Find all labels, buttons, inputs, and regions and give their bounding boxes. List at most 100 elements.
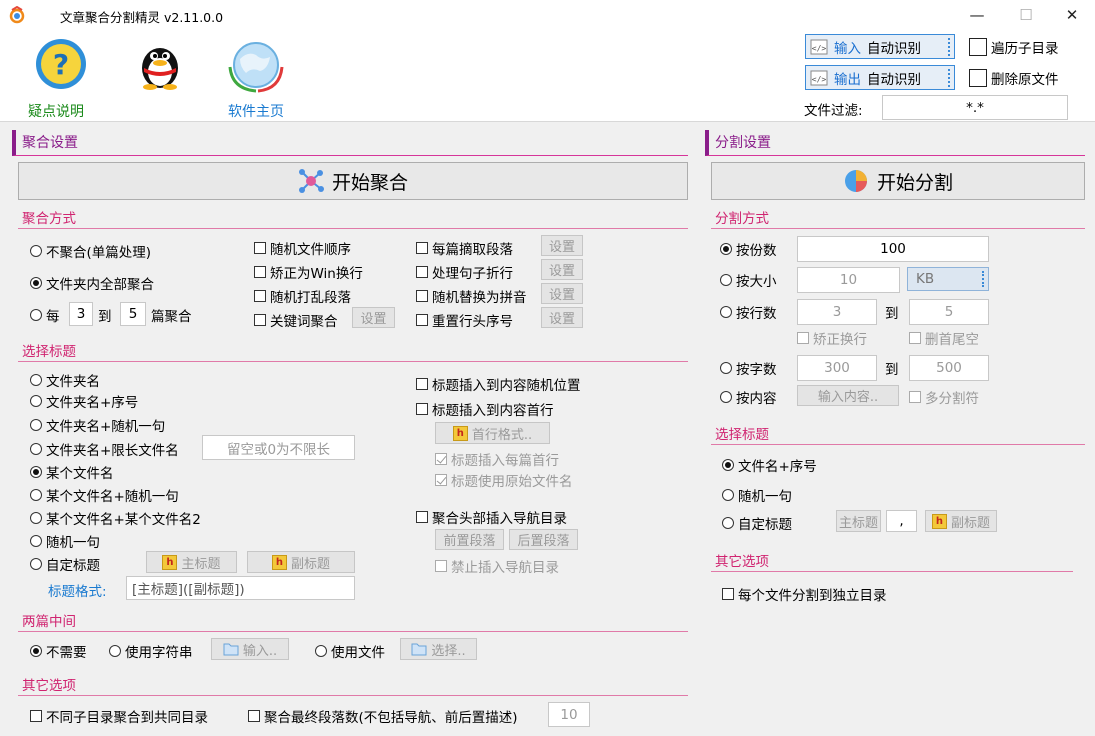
diff-dir-checkbox[interactable]: 不同子目录聚合到共同目录: [30, 706, 208, 726]
radio-by-size[interactable]: 按大小: [720, 270, 777, 290]
start-merge-button[interactable]: 开始聚合: [18, 162, 688, 200]
radio-circle[interactable]: [30, 374, 42, 386]
radio-some-file-2[interactable]: 某个文件名+某个文件名2: [30, 508, 201, 528]
radio-all-merge[interactable]: 文件夹内全部聚合: [30, 273, 154, 293]
title-format-input[interactable]: [主标题]([副标题]): [126, 576, 355, 600]
radio-circle[interactable]: [722, 489, 734, 501]
each-dir-checkbox[interactable]: 每个文件分割到独立目录: [722, 584, 887, 604]
radio-circle[interactable]: [30, 645, 42, 657]
insert-first-checkbox[interactable]: 标题插入到内容首行: [416, 399, 554, 419]
each-from-input[interactable]: 3: [69, 302, 93, 326]
radio-split-random[interactable]: 随机一句: [722, 485, 792, 505]
final-count-input[interactable]: 10: [548, 702, 590, 727]
radio-circle[interactable]: [30, 558, 42, 570]
content-input-button[interactable]: 输入内容..: [797, 385, 899, 406]
output-auto-detect-button[interactable]: </> 输出 自动识别: [805, 65, 955, 90]
radio-circle[interactable]: [30, 245, 42, 257]
checkbox-box[interactable]: [416, 314, 428, 326]
checkbox-box[interactable]: [416, 378, 428, 390]
keyword-merge-checkbox[interactable]: 关键词聚合: [254, 310, 338, 330]
checkbox-box[interactable]: [416, 511, 428, 523]
file-filter-input[interactable]: *.*: [882, 95, 1068, 120]
random-order-checkbox[interactable]: 随机文件顺序: [254, 238, 351, 258]
radio-between-none[interactable]: 不需要: [30, 641, 87, 661]
radio-by-chars[interactable]: 按字数: [720, 358, 777, 378]
radio-folder-random[interactable]: 文件夹名+随机一句: [30, 415, 165, 435]
radio-use-string[interactable]: 使用字符串: [109, 641, 193, 661]
checkbox-box[interactable]: [435, 453, 447, 465]
pre-para-button[interactable]: 前置段落: [435, 529, 504, 550]
radio-filename-seq[interactable]: 文件名+序号: [722, 455, 817, 475]
use-original-checkbox[interactable]: 标题使用原始文件名: [435, 470, 573, 490]
radio-folder-name[interactable]: 文件夹名: [30, 370, 100, 390]
lines-to-input[interactable]: 5: [909, 299, 989, 325]
sentence-wrap-checkbox[interactable]: 处理句子折行: [416, 262, 513, 282]
radio-circle[interactable]: [30, 419, 42, 431]
checkbox-box[interactable]: [30, 710, 42, 722]
limit-length-input[interactable]: 留空或0为不限长: [202, 435, 355, 460]
radio-circle[interactable]: [30, 489, 42, 501]
checkbox-box[interactable]: [969, 38, 987, 56]
checkbox-box[interactable]: [416, 290, 428, 302]
count-input[interactable]: 100: [797, 236, 989, 262]
forbid-nav-checkbox[interactable]: 禁止插入导航目录: [435, 556, 559, 576]
checkbox-box[interactable]: [435, 560, 447, 572]
radio-circle[interactable]: [722, 517, 734, 529]
radio-circle[interactable]: [30, 512, 42, 524]
radio-random-sentence[interactable]: 随机一句: [30, 531, 100, 551]
wrap-settings-button[interactable]: 设置: [541, 259, 583, 280]
radio-by-count[interactable]: 按份数: [720, 239, 777, 259]
radio-some-file-random[interactable]: 某个文件名+随机一句: [30, 485, 179, 505]
start-split-button[interactable]: 开始分割: [711, 162, 1085, 200]
split-sub-title-button[interactable]: h 副标题: [925, 510, 997, 532]
nav-header-checkbox[interactable]: 聚合头部插入导航目录: [416, 507, 567, 527]
checkbox-box[interactable]: [435, 474, 447, 486]
final-count-checkbox[interactable]: 聚合最终段落数(不包括导航、前后置描述): [248, 706, 518, 726]
chars-to-input[interactable]: 500: [909, 355, 989, 381]
insert-random-checkbox[interactable]: 标题插入到内容随机位置: [416, 374, 581, 394]
checkbox-box[interactable]: [248, 710, 260, 722]
radio-circle[interactable]: [109, 645, 121, 657]
multi-sep-checkbox[interactable]: 多分割符: [909, 387, 979, 407]
pinyin-checkbox[interactable]: 随机替换为拼音: [416, 286, 527, 306]
size-input[interactable]: 10: [797, 267, 900, 293]
shuffle-para-checkbox[interactable]: 随机打乱段落: [254, 286, 351, 306]
radio-use-file[interactable]: 使用文件: [315, 641, 385, 661]
chars-from-input[interactable]: 300: [797, 355, 877, 381]
radio-each-merge[interactable]: 每: [30, 305, 60, 325]
traverse-subdir-checkbox[interactable]: 遍历子目录: [969, 37, 1059, 57]
checkbox-box[interactable]: [909, 332, 921, 344]
delete-original-checkbox[interactable]: 删除原文件: [969, 68, 1059, 88]
each-first-checkbox[interactable]: 标题插入每篇首行: [435, 449, 559, 469]
renumber-checkbox[interactable]: 重置行头序号: [416, 310, 513, 330]
checkbox-box[interactable]: [254, 266, 266, 278]
pinyin-settings-button[interactable]: 设置: [541, 283, 583, 304]
main-title-button[interactable]: h 主标题: [146, 551, 237, 573]
close-button[interactable]: ✕: [1057, 4, 1087, 26]
fix-wrap-checkbox[interactable]: 矫正换行: [797, 328, 867, 348]
minimize-button[interactable]: —: [962, 4, 992, 26]
radio-by-content[interactable]: 按内容: [720, 387, 777, 407]
post-para-button[interactable]: 后置段落: [509, 529, 578, 550]
checkbox-box[interactable]: [909, 391, 921, 403]
trim-blank-checkbox[interactable]: 删首尾空: [909, 328, 979, 348]
radio-circle[interactable]: [720, 243, 732, 255]
radio-circle[interactable]: [720, 362, 732, 374]
help-button[interactable]: ? 疑点说明: [20, 35, 100, 120]
checkbox-box[interactable]: [797, 332, 809, 344]
fix-win-checkbox[interactable]: 矫正为Win换行: [254, 262, 363, 282]
radio-no-merge[interactable]: 不聚合(单篇处理): [30, 241, 151, 261]
keyword-settings-button[interactable]: 设置: [352, 307, 395, 328]
qq-penguin-icon[interactable]: [136, 38, 184, 90]
extract-para-checkbox[interactable]: 每篇摘取段落: [416, 238, 513, 258]
lines-from-input[interactable]: 3: [797, 299, 877, 325]
radio-circle[interactable]: [720, 274, 732, 286]
checkbox-box[interactable]: [722, 588, 734, 600]
radio-custom-title[interactable]: 自定标题: [30, 554, 100, 574]
extract-settings-button[interactable]: 设置: [541, 235, 583, 256]
sub-title-button[interactable]: h 副标题: [247, 551, 355, 573]
checkbox-box[interactable]: [254, 242, 266, 254]
checkbox-box[interactable]: [969, 69, 987, 87]
radio-circle[interactable]: [30, 466, 42, 478]
checkbox-box[interactable]: [416, 242, 428, 254]
